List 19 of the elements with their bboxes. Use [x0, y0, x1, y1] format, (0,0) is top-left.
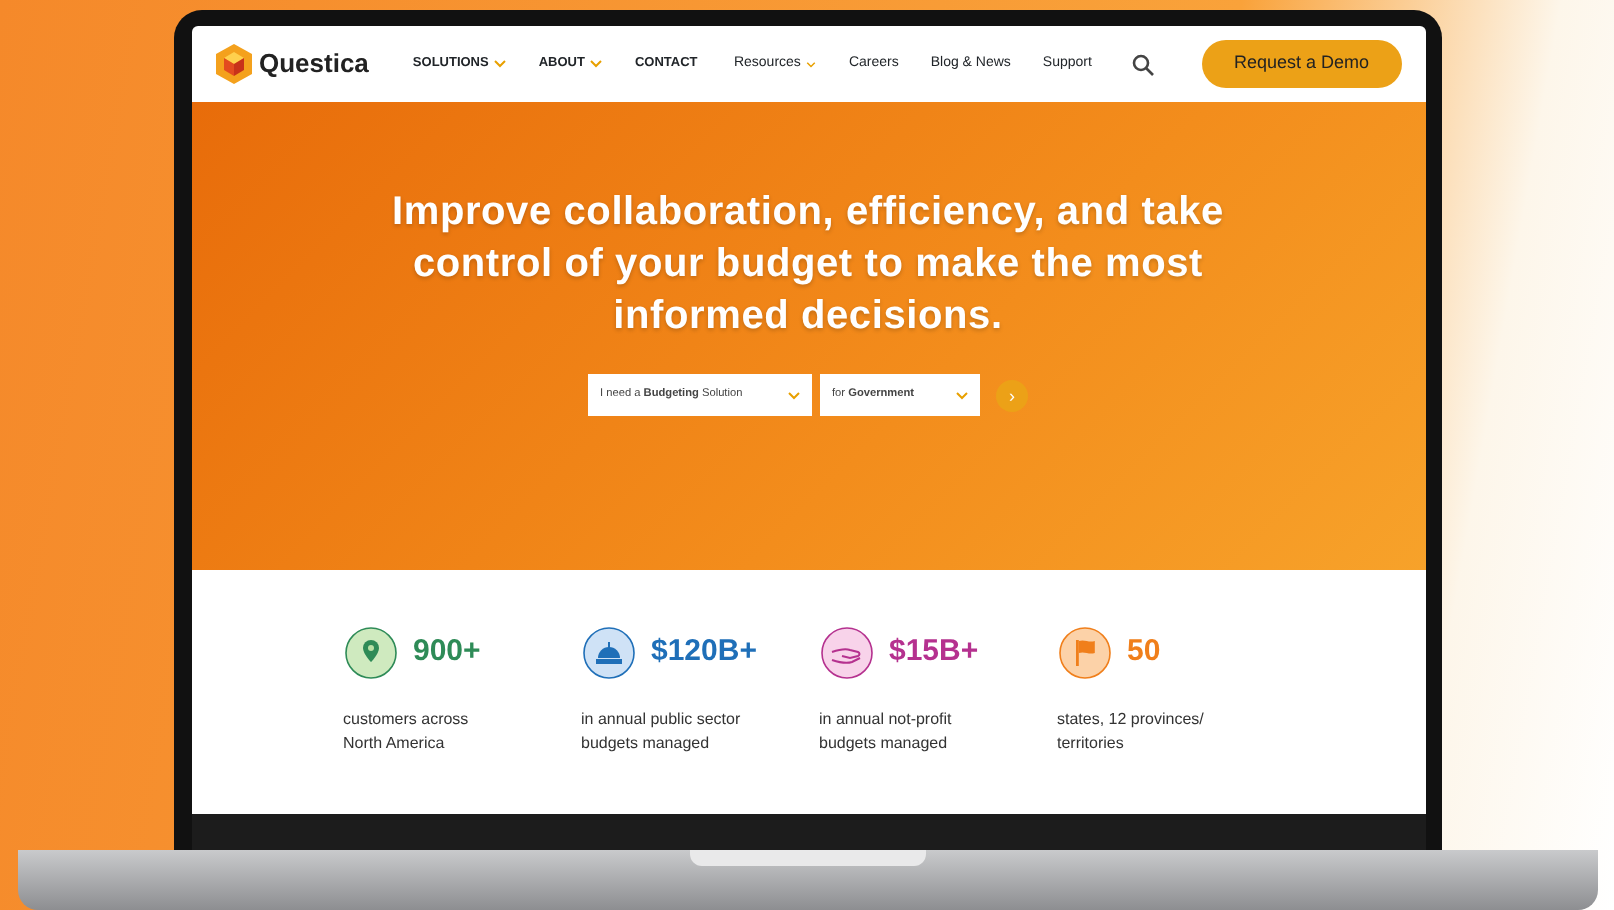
pin-icon: [343, 626, 397, 680]
caret-icon: [788, 391, 800, 399]
stat-caption: in annual not-profit budgets managed: [819, 708, 954, 755]
search-icon[interactable]: [1131, 53, 1154, 75]
stat-caption: customers across North America: [343, 708, 471, 755]
cube-logo-icon: [215, 44, 251, 84]
dome-icon: [581, 626, 635, 680]
brand-name[interactable]: Questica: [259, 44, 369, 84]
stat-caption: states, 12 provinces/ territories: [1057, 708, 1206, 755]
stat-value: $15B+: [889, 632, 979, 673]
stat-value: $120B+: [651, 632, 757, 673]
caret-icon: [956, 391, 968, 399]
stat-value: 900+: [413, 632, 481, 673]
request-demo-button[interactable]: Request a Demo: [1201, 40, 1401, 88]
hand-icon: [819, 626, 873, 680]
flag-icon: [1057, 626, 1111, 680]
hero-headline: Improve collaboration, efficiency, and take control of your budget to make the most informed decisions.: [390, 188, 1226, 342]
stat-value: 50: [1127, 632, 1161, 673]
stat-caption: in annual public sector budgets managed: [581, 708, 743, 755]
